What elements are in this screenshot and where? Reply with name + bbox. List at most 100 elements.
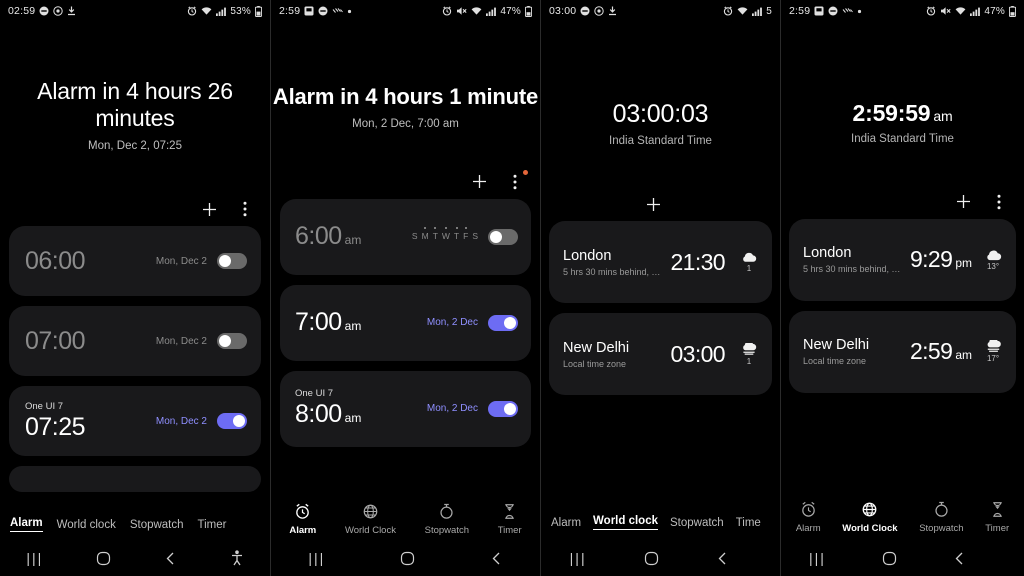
alarm-card-left: One UI 7 8:00 am: [295, 388, 427, 429]
tab-stopwatch[interactable]: Stopwatch: [670, 517, 724, 529]
tab-label: World Clock: [842, 523, 898, 534]
alarm-toggle[interactable]: [488, 314, 518, 331]
tab-timer[interactable]: Timer: [985, 501, 1009, 534]
status-clock: 03:00: [549, 5, 577, 17]
alarm-card[interactable]: 06:00 Mon, Dec 2: [9, 226, 261, 297]
battery-percent: 5: [766, 5, 772, 17]
alarm-icon: [187, 6, 197, 16]
tab-alarm[interactable]: Alarm: [289, 503, 316, 536]
city-weather: 13°: [980, 249, 1006, 271]
circle-icon: [594, 6, 604, 16]
status-clock: 02:59: [8, 5, 36, 17]
alarm-card-left: 7:00 am: [295, 308, 427, 337]
status-bar-right: 47%: [926, 5, 1016, 17]
alarm-toggle[interactable]: [488, 228, 518, 245]
tab-world-clock[interactable]: World Clock: [842, 501, 898, 534]
signal-icon: [486, 7, 497, 16]
home-icon[interactable]: [882, 551, 897, 566]
world-clock-card[interactable]: New Delhi Local time zone 2:59 am 17°: [789, 310, 1016, 393]
tab-stopwatch[interactable]: Stopwatch: [130, 519, 184, 531]
tab-world-clock[interactable]: World clock: [593, 515, 658, 530]
wifi-icon: [955, 6, 966, 16]
screenshot-icon: [304, 6, 314, 16]
recents-icon[interactable]: |||: [26, 550, 43, 566]
recents-icon[interactable]: |||: [570, 550, 587, 566]
back-icon[interactable]: [490, 551, 503, 566]
alarm-clock-icon: [801, 501, 815, 517]
signal-icon: [216, 7, 227, 16]
tab-alarm[interactable]: Alarm: [551, 517, 581, 529]
status-bar-right: 5: [723, 6, 772, 17]
hourglass-icon: [505, 504, 514, 519]
home-icon[interactable]: [644, 551, 659, 566]
world-clock-card[interactable]: New Delhi Local time zone 03:00 1: [549, 313, 772, 395]
more-options-button[interactable]: [234, 198, 256, 220]
back-icon[interactable]: [953, 551, 966, 566]
status-bar: 2:59 47%: [271, 0, 540, 22]
add-alarm-button[interactable]: [198, 198, 220, 220]
alarm-card[interactable]: 07:00 Mon, Dec 2: [9, 306, 261, 377]
notification-badge: [523, 169, 528, 175]
tab-alarm[interactable]: Alarm: [796, 501, 821, 534]
day-tue[interactable]: T: [433, 232, 438, 241]
day-thu[interactable]: T: [454, 232, 459, 241]
add-alarm-button[interactable]: [468, 171, 490, 193]
day-sat[interactable]: S: [472, 232, 478, 241]
add-city-button[interactable]: [952, 191, 974, 213]
tab-timer[interactable]: Timer: [198, 519, 227, 531]
tab-timer[interactable]: Time: [736, 517, 761, 529]
alarm-card[interactable]: One UI 7 07:25 Mon, Dec 2: [9, 386, 261, 457]
alarm-toggle[interactable]: [217, 253, 247, 270]
alarm-days: Mon, Dec 2: [155, 415, 207, 427]
alarm-day-selector[interactable]: S M T W T F S: [412, 232, 478, 241]
alarm-card[interactable]: 6:00 am S M T W T F S: [280, 198, 531, 275]
toggle-knob: [504, 402, 516, 415]
world-clock-card[interactable]: London 5 hrs 30 mins behind, Y… 9:29 pm 1…: [789, 218, 1016, 301]
recents-icon[interactable]: |||: [809, 550, 826, 566]
day-sun[interactable]: S: [412, 232, 418, 241]
action-row: [541, 187, 780, 221]
alarm-card-left: One UI 7 07:25: [25, 401, 156, 442]
back-icon[interactable]: [716, 551, 729, 566]
tab-world-clock[interactable]: World clock: [57, 519, 116, 531]
alarm-card-right: Mon, Dec 2: [156, 253, 247, 270]
alarm-toggle[interactable]: [217, 413, 247, 430]
tab-stopwatch[interactable]: Stopwatch: [425, 503, 469, 536]
panel-alarm-list-2: 2:59 47% Alarm in 4 hours 1 minute Mon, …: [270, 0, 540, 576]
local-clock-time: 2:59:59 am: [781, 100, 1024, 127]
action-row: [271, 165, 540, 199]
local-clock-time: 03:00:03: [612, 100, 709, 128]
day-wed[interactable]: W: [442, 232, 450, 241]
action-row: [0, 192, 270, 226]
alarm-clock-icon: [296, 503, 310, 519]
alarm-card[interactable]: One UI 7 8:00 am Mon, 2 Dec: [280, 370, 531, 447]
add-city-button[interactable]: [643, 193, 665, 215]
tab-stopwatch[interactable]: Stopwatch: [919, 501, 964, 534]
alarm-card-partial[interactable]: [9, 466, 261, 493]
dot-icon: [347, 9, 352, 14]
toggle-knob: [219, 255, 231, 268]
bottom-tab-bar: Alarm World clock Stopwatch Timer: [0, 517, 270, 532]
world-clock-card[interactable]: London 5 hrs 30 mins behind, Yes… 21:30 …: [549, 221, 772, 303]
back-icon[interactable]: [164, 551, 177, 566]
alarm-toggle[interactable]: [217, 333, 247, 350]
alarm-card[interactable]: 7:00 am Mon, 2 Dec: [280, 284, 531, 361]
more-options-button[interactable]: [988, 191, 1010, 213]
home-icon[interactable]: [400, 551, 415, 566]
dnd-icon: [580, 6, 590, 16]
alarm-toggle[interactable]: [488, 400, 518, 417]
city-name: New Delhi: [563, 339, 630, 356]
tab-alarm[interactable]: Alarm: [10, 517, 43, 532]
tab-label: Timer: [497, 525, 522, 536]
accessibility-icon[interactable]: [230, 550, 244, 566]
recents-icon[interactable]: |||: [308, 550, 325, 566]
more-options-button[interactable]: [504, 169, 528, 193]
tab-timer[interactable]: Timer: [498, 503, 522, 536]
home-icon[interactable]: [96, 551, 111, 566]
day-fri[interactable]: F: [463, 232, 468, 241]
day-mon[interactable]: M: [422, 232, 429, 241]
toggle-knob: [504, 316, 516, 329]
tab-world-clock[interactable]: World Clock: [345, 503, 396, 536]
city-time: 2:59 am: [910, 338, 972, 365]
city-ampm: pm: [955, 256, 972, 271]
